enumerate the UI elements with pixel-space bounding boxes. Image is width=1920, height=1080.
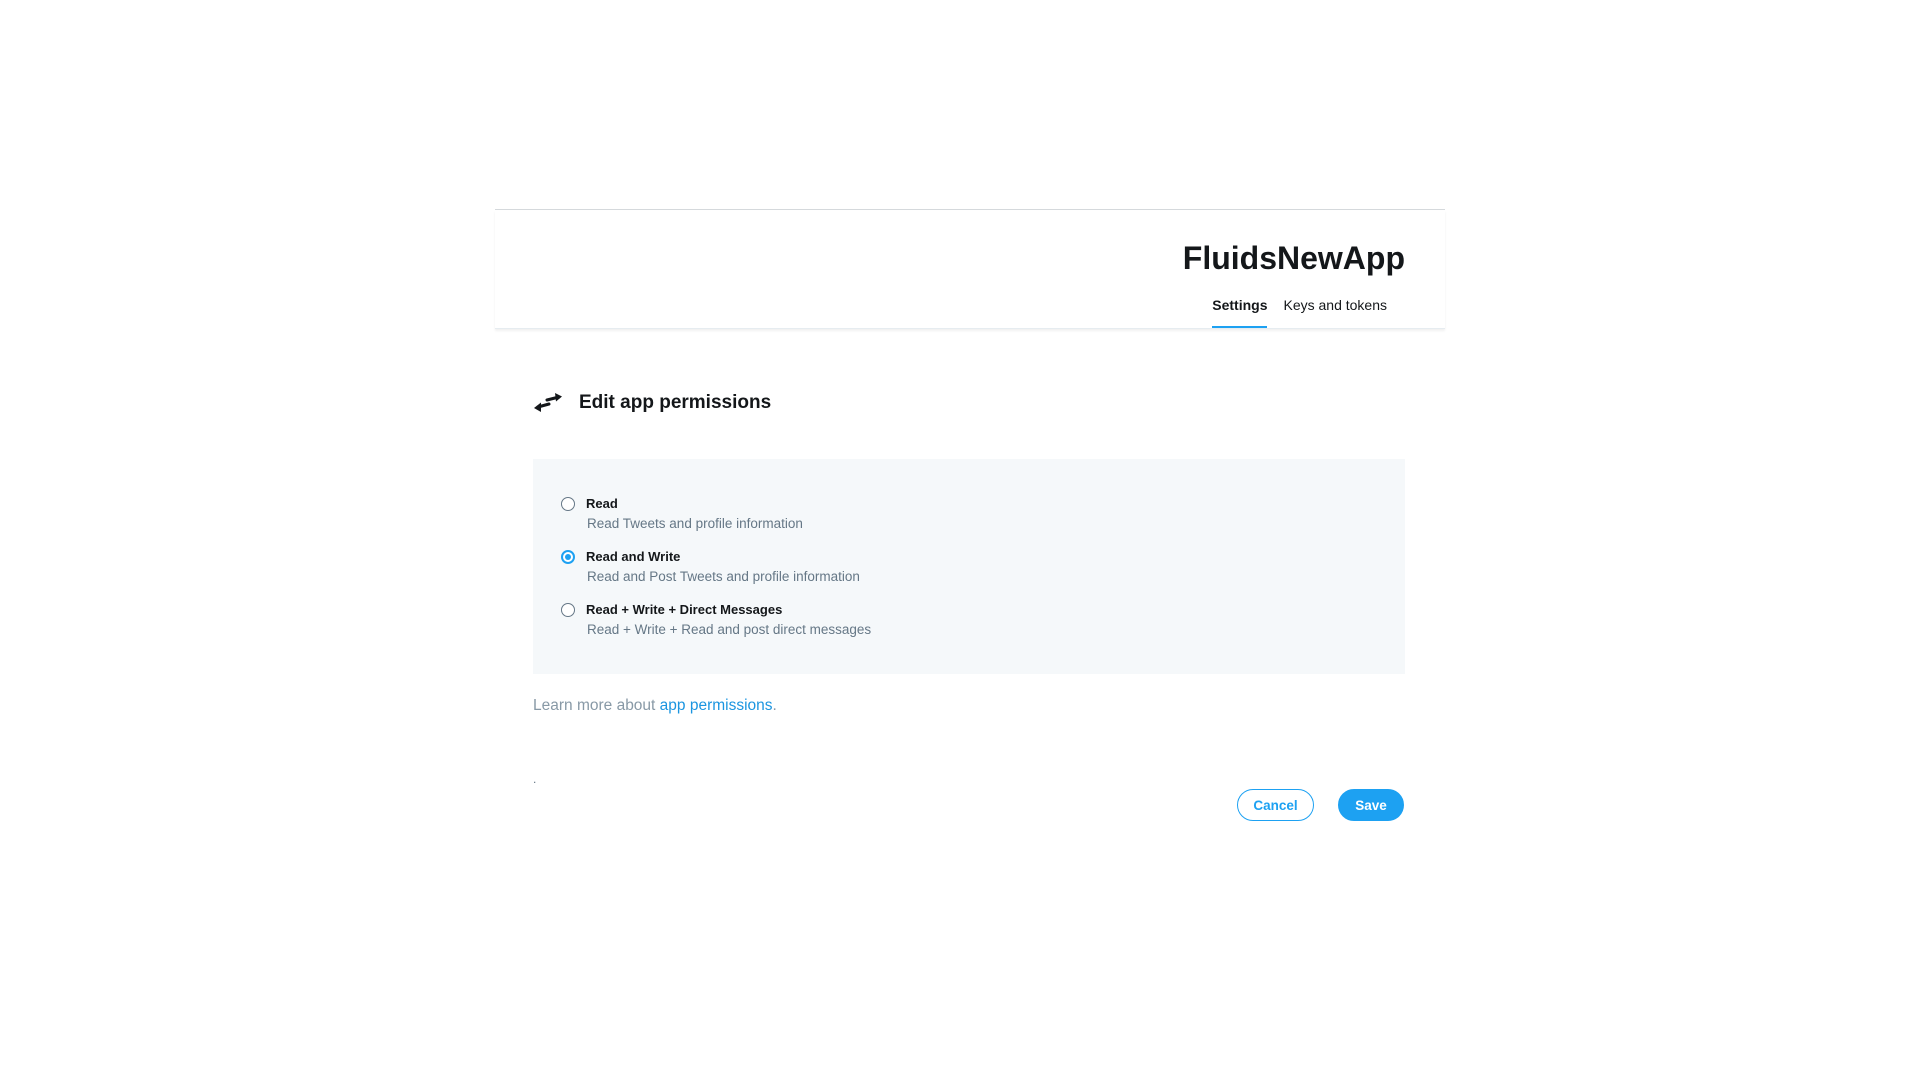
save-button[interactable]: Save — [1338, 789, 1404, 821]
stray-dot: . — [533, 772, 537, 786]
cancel-button[interactable]: Cancel — [1237, 789, 1314, 821]
radio-read[interactable] — [561, 497, 575, 511]
learn-more-suffix: . — [772, 697, 777, 714]
radio-read-write-dm[interactable] — [561, 603, 575, 617]
tab-settings[interactable]: Settings — [1212, 290, 1268, 328]
app-header: FluidsNewApp Settings Keys and tokens — [495, 210, 1445, 329]
option-description: Read and Post Tweets and profile informa… — [587, 569, 860, 584]
section-title: Edit app permissions — [579, 392, 772, 413]
app-title: FluidsNewApp — [1182, 240, 1405, 276]
permission-option-read-write-dm[interactable]: Read + Write + Direct Messages Read + Wr… — [561, 602, 871, 639]
section-header: Edit app permissions — [533, 392, 771, 414]
learn-more-text: Learn more about app permissions. — [533, 697, 777, 715]
app-permissions-link[interactable]: app permissions — [660, 697, 773, 714]
option-description: Read Tweets and profile information — [587, 516, 803, 531]
radio-read-write[interactable] — [561, 550, 575, 564]
swap-arrows-icon — [533, 392, 563, 414]
permissions-panel: Read Read Tweets and profile information… — [533, 459, 1405, 674]
option-description: Read + Write + Read and post direct mess… — [587, 622, 872, 637]
option-label: Read + Write + Direct Messages — [586, 602, 783, 617]
permission-option-read-write[interactable]: Read and Write Read and Post Tweets and … — [561, 549, 860, 586]
option-label: Read — [586, 496, 618, 511]
page: FluidsNewApp Settings Keys and tokens Ed… — [0, 0, 1920, 1080]
option-label: Read and Write — [586, 549, 681, 564]
permission-option-read[interactable]: Read Read Tweets and profile information — [561, 496, 803, 533]
tab-bar: Settings Keys and tokens — [1212, 290, 1387, 328]
tab-keys-and-tokens[interactable]: Keys and tokens — [1283, 290, 1387, 328]
learn-more-prefix: Learn more about — [533, 697, 660, 714]
